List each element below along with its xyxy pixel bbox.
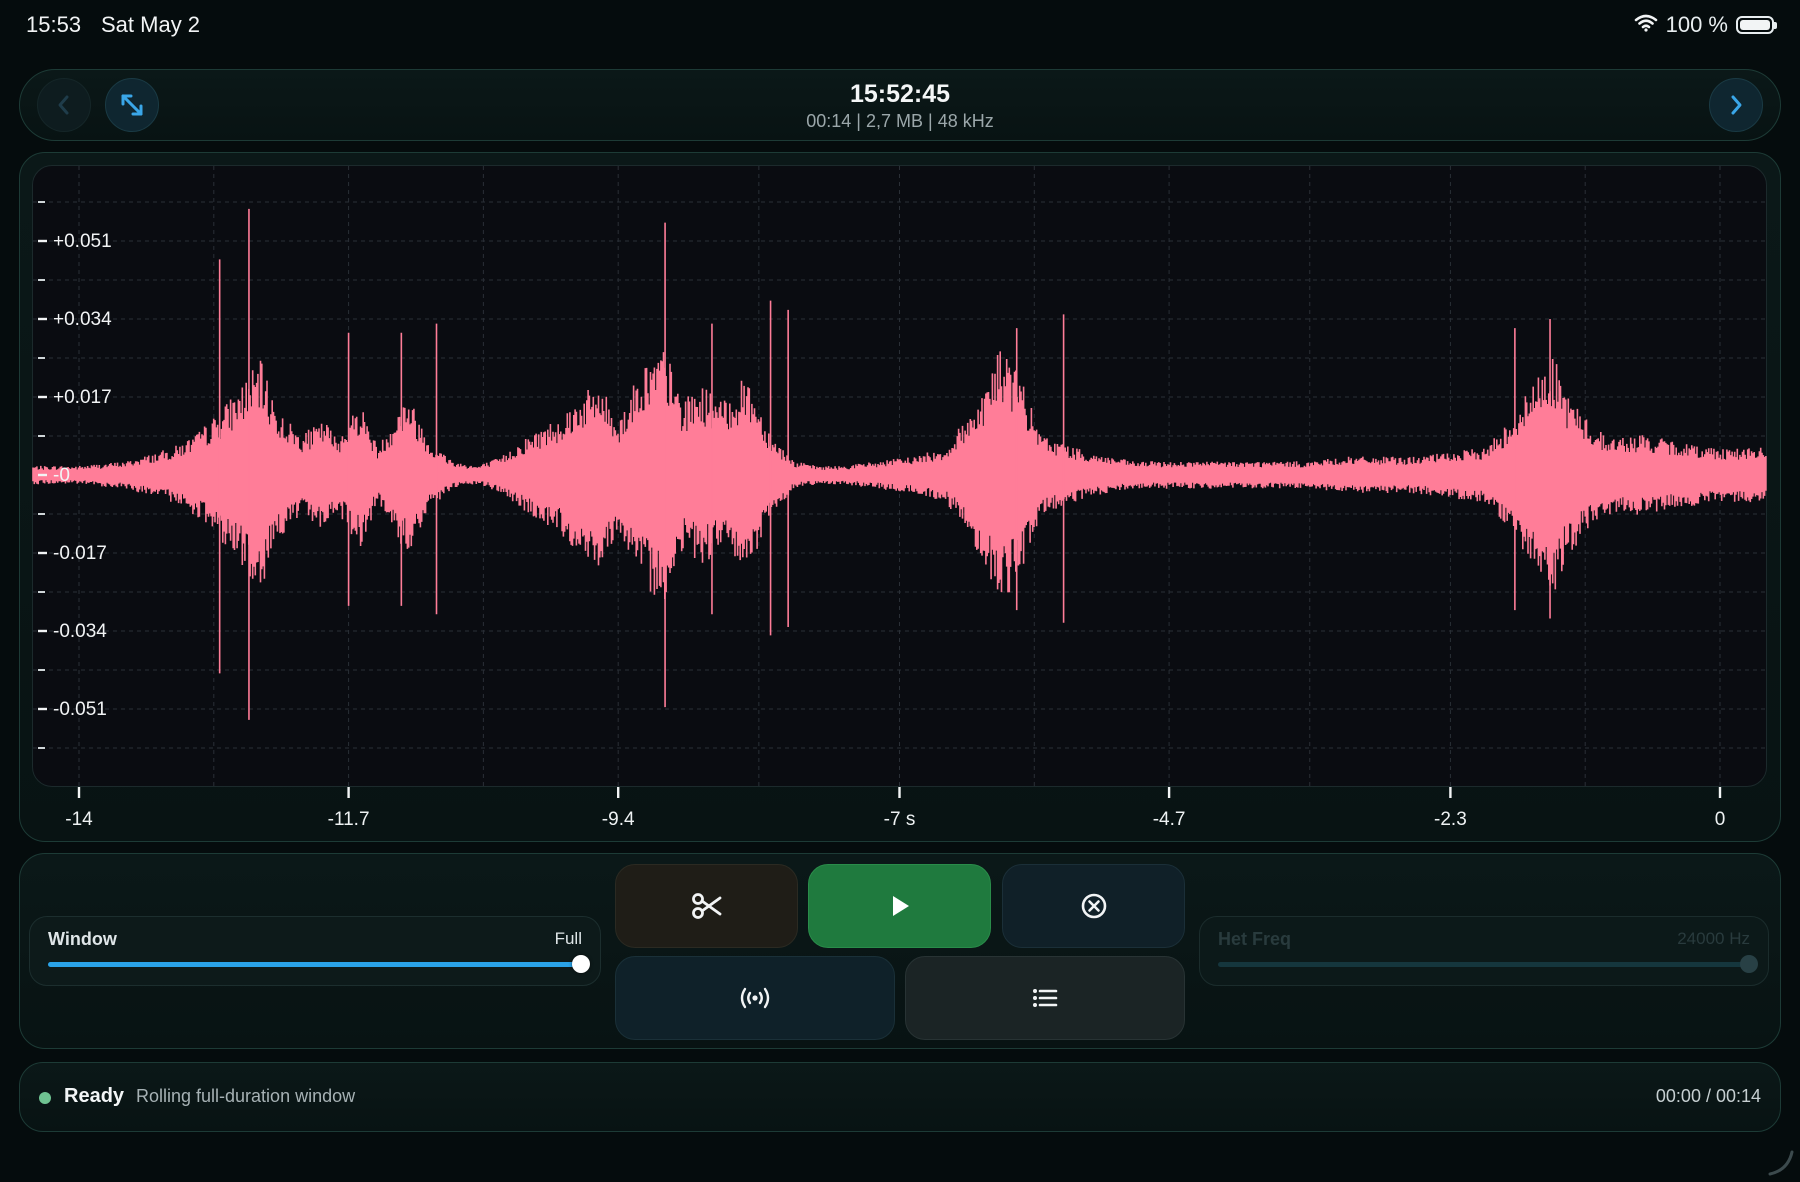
play-button[interactable] xyxy=(808,864,991,948)
het-freq-slider-track[interactable] xyxy=(1218,962,1750,967)
y-tick-label: +0.034 xyxy=(53,309,112,330)
x-tick-label: -14 xyxy=(65,809,93,830)
broadcast-icon xyxy=(740,987,770,1009)
list-button[interactable] xyxy=(905,956,1185,1040)
y-tick-label: -0 xyxy=(53,465,70,486)
x-tick-label: 0 xyxy=(1715,809,1726,830)
het-freq-value: 24000 Hz xyxy=(1677,929,1750,948)
y-tick-label: +0.017 xyxy=(53,387,112,408)
play-icon xyxy=(892,896,909,916)
x-tick-label: -7 s xyxy=(884,809,916,830)
ready-indicator-dot xyxy=(39,1092,51,1104)
status-message: Rolling full-duration window xyxy=(136,1086,356,1106)
y-tick-label: +0.051 xyxy=(53,231,112,252)
window-value: Full xyxy=(554,929,582,948)
playback-time: 00:00 / 00:14 xyxy=(1655,1086,1761,1106)
het-freq-slider-card: Het Freq 24000 Hz xyxy=(1199,916,1769,986)
cancel-circle-icon xyxy=(1081,893,1106,919)
y-tick-label: -0.051 xyxy=(53,699,107,720)
status-panel: Ready Rolling full-duration window 00:00… xyxy=(19,1062,1781,1132)
window-slider-track[interactable] xyxy=(48,962,582,967)
x-tick-label: -2.3 xyxy=(1434,809,1467,830)
waveform-chart: +0.051 +0.034 +0.017 -0 -0.017 -0.034 -0.051 -… xyxy=(32,166,1767,830)
cut-button[interactable] xyxy=(615,864,798,948)
x-tick-label: -9.4 xyxy=(602,809,635,830)
het-freq-label: Het Freq xyxy=(1218,929,1292,949)
x-tick-label: -4.7 xyxy=(1153,809,1186,830)
list-icon xyxy=(1033,989,1058,1007)
y-tick-label: -0.034 xyxy=(53,621,107,642)
resize-handle-icon[interactable] xyxy=(1766,1148,1794,1176)
window-slider-knob[interactable] xyxy=(572,955,590,973)
broadcast-button[interactable] xyxy=(615,956,895,1040)
scissors-icon xyxy=(691,893,721,919)
window-slider-card: Window Full xyxy=(29,916,601,986)
het-freq-slider-knob[interactable] xyxy=(1740,955,1758,973)
x-tick-label: -11.7 xyxy=(328,809,370,830)
status-state: Ready xyxy=(64,1085,125,1107)
y-tick-label: -0.017 xyxy=(53,543,107,564)
window-label: Window xyxy=(48,929,117,949)
cancel-button[interactable] xyxy=(1002,864,1185,948)
